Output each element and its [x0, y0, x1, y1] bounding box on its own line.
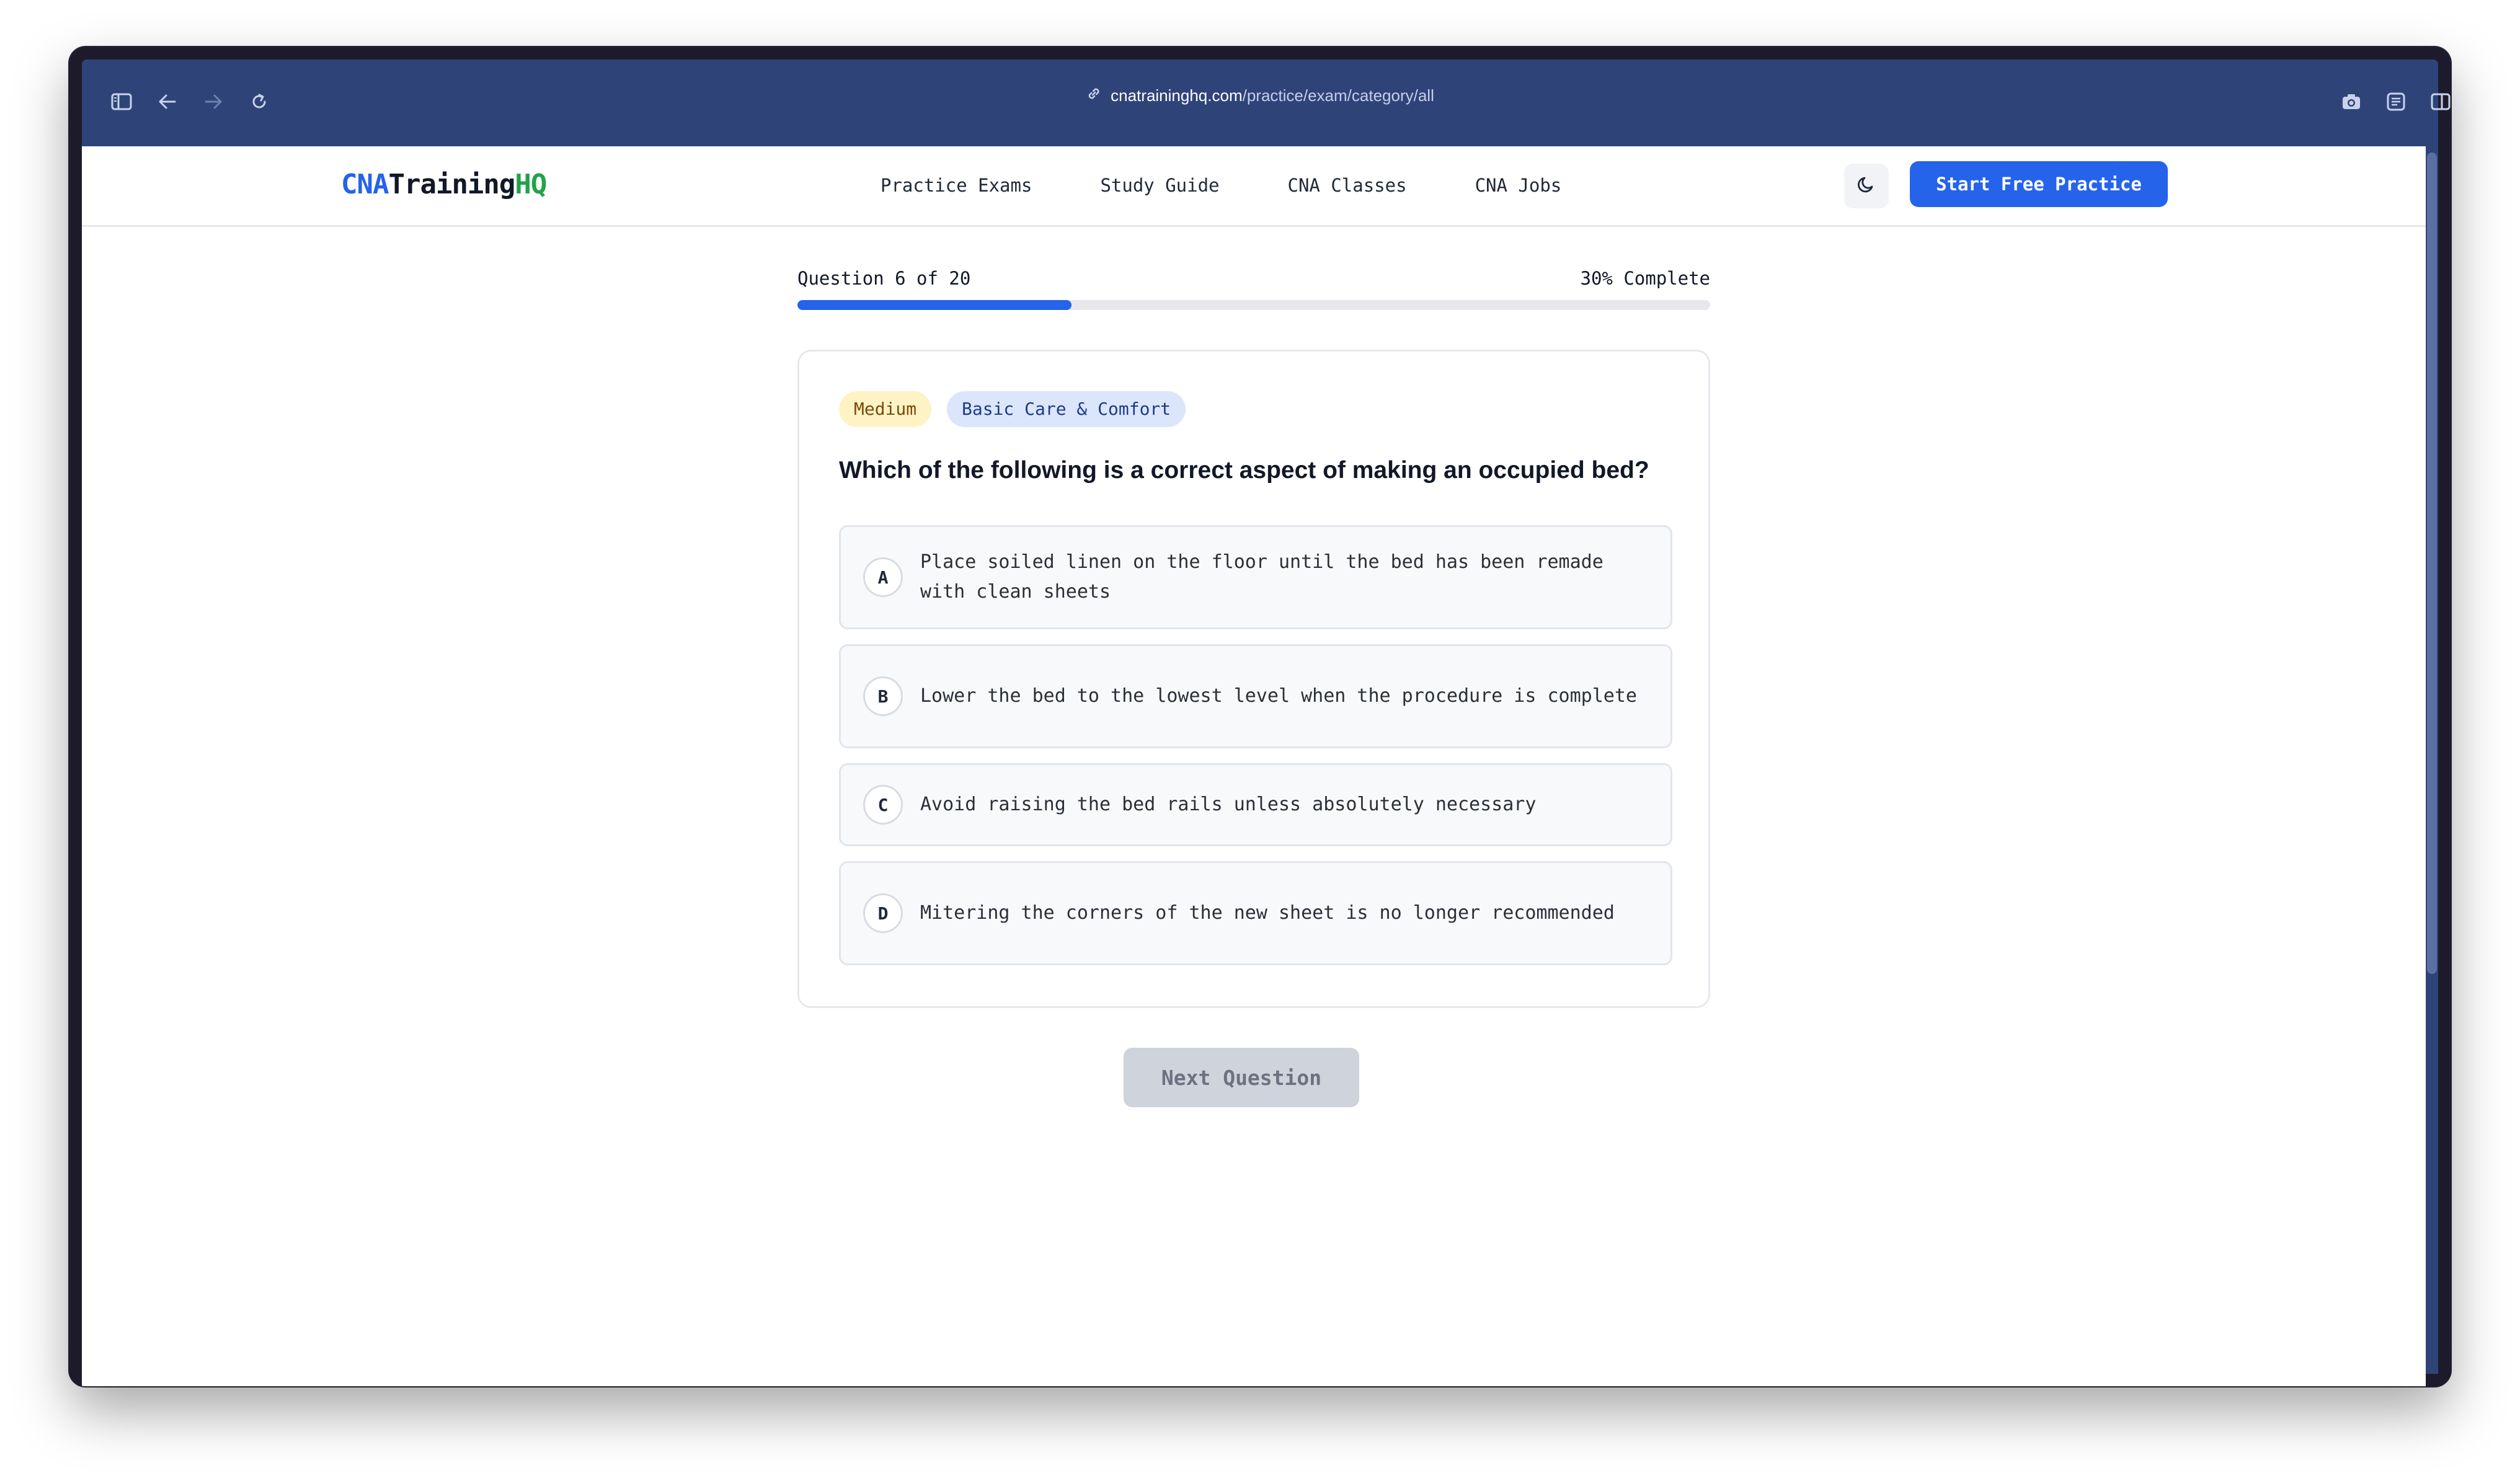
- nav-link-cna-classes[interactable]: CNA Classes: [1288, 175, 1407, 196]
- option-letter: D: [863, 893, 903, 933]
- page-viewport: CNATrainingHQ Practice Exams Study Guide…: [82, 146, 2426, 1386]
- answer-option-d[interactable]: D Mitering the corners of the new sheet …: [839, 861, 1672, 965]
- sidebar-toggle-icon[interactable]: [104, 84, 139, 119]
- option-letter: A: [863, 557, 903, 597]
- nav-link-cna-jobs[interactable]: CNA Jobs: [1475, 175, 1562, 196]
- reload-icon[interactable]: [242, 84, 277, 119]
- link-icon: [1086, 86, 1102, 106]
- category-badge: Basic Care & Comfort: [947, 391, 1186, 427]
- next-question-button[interactable]: Next Question: [1124, 1048, 1359, 1107]
- camera-icon[interactable]: [2334, 84, 2369, 119]
- question-card: Medium Basic Care & Comfort Which of the…: [797, 350, 1710, 1008]
- progress-percent: 30% Complete: [1580, 268, 1710, 289]
- question-counter: Question 6 of 20: [797, 268, 971, 289]
- scrollbar-thumb[interactable]: [2427, 153, 2437, 974]
- progress-bar-fill: [797, 300, 1071, 310]
- site-logo[interactable]: CNATrainingHQ: [341, 169, 547, 200]
- answer-option-c[interactable]: C Avoid raising the bed rails unless abs…: [839, 763, 1672, 846]
- difficulty-badge: Medium: [839, 391, 932, 427]
- progress-bar: [797, 300, 1710, 310]
- option-letter: C: [863, 785, 903, 825]
- browser-toolbar: cnatraininghq.com/practice/exam/category…: [82, 60, 2451, 146]
- reader-icon[interactable]: [2379, 84, 2413, 119]
- arrow-right-icon[interactable]: [196, 84, 231, 119]
- site-header: CNATrainingHQ Practice Exams Study Guide…: [82, 146, 2426, 227]
- nav-link-practice-exams[interactable]: Practice Exams: [881, 175, 1032, 196]
- option-text: Mitering the corners of the new sheet is…: [920, 902, 1615, 924]
- browser-window: cnatraininghq.com/practice/exam/category…: [69, 47, 2451, 1386]
- nav-link-study-guide[interactable]: Study Guide: [1100, 175, 1219, 196]
- answer-option-a[interactable]: A Place soiled linen on the floor until …: [839, 525, 1672, 629]
- url-path: /practice/exam/category/all: [1242, 86, 1434, 105]
- arrow-left-icon[interactable]: [150, 84, 185, 119]
- main-nav: Practice Exams Study Guide CNA Classes C…: [881, 175, 1561, 196]
- answer-option-b[interactable]: B Lower the bed to the lowest level when…: [839, 644, 1672, 748]
- start-free-practice-button[interactable]: Start Free Practice: [1910, 161, 2168, 207]
- option-text: Place soiled linen on the floor until th…: [920, 551, 1604, 603]
- option-text: Lower the bed to the lowest level when t…: [920, 685, 1637, 707]
- option-text: Avoid raising the bed rails unless absol…: [920, 794, 1537, 815]
- split-view-icon[interactable]: [2423, 84, 2451, 119]
- url-domain: cnatraininghq.com: [1111, 86, 1243, 105]
- option-letter: B: [863, 676, 903, 716]
- address-bar[interactable]: cnatraininghq.com/practice/exam/category…: [1086, 86, 1434, 106]
- theme-toggle-button[interactable]: [1844, 164, 1889, 208]
- question-text: Which of the following is a correct aspe…: [839, 457, 1649, 484]
- moon-icon: [1856, 174, 1877, 198]
